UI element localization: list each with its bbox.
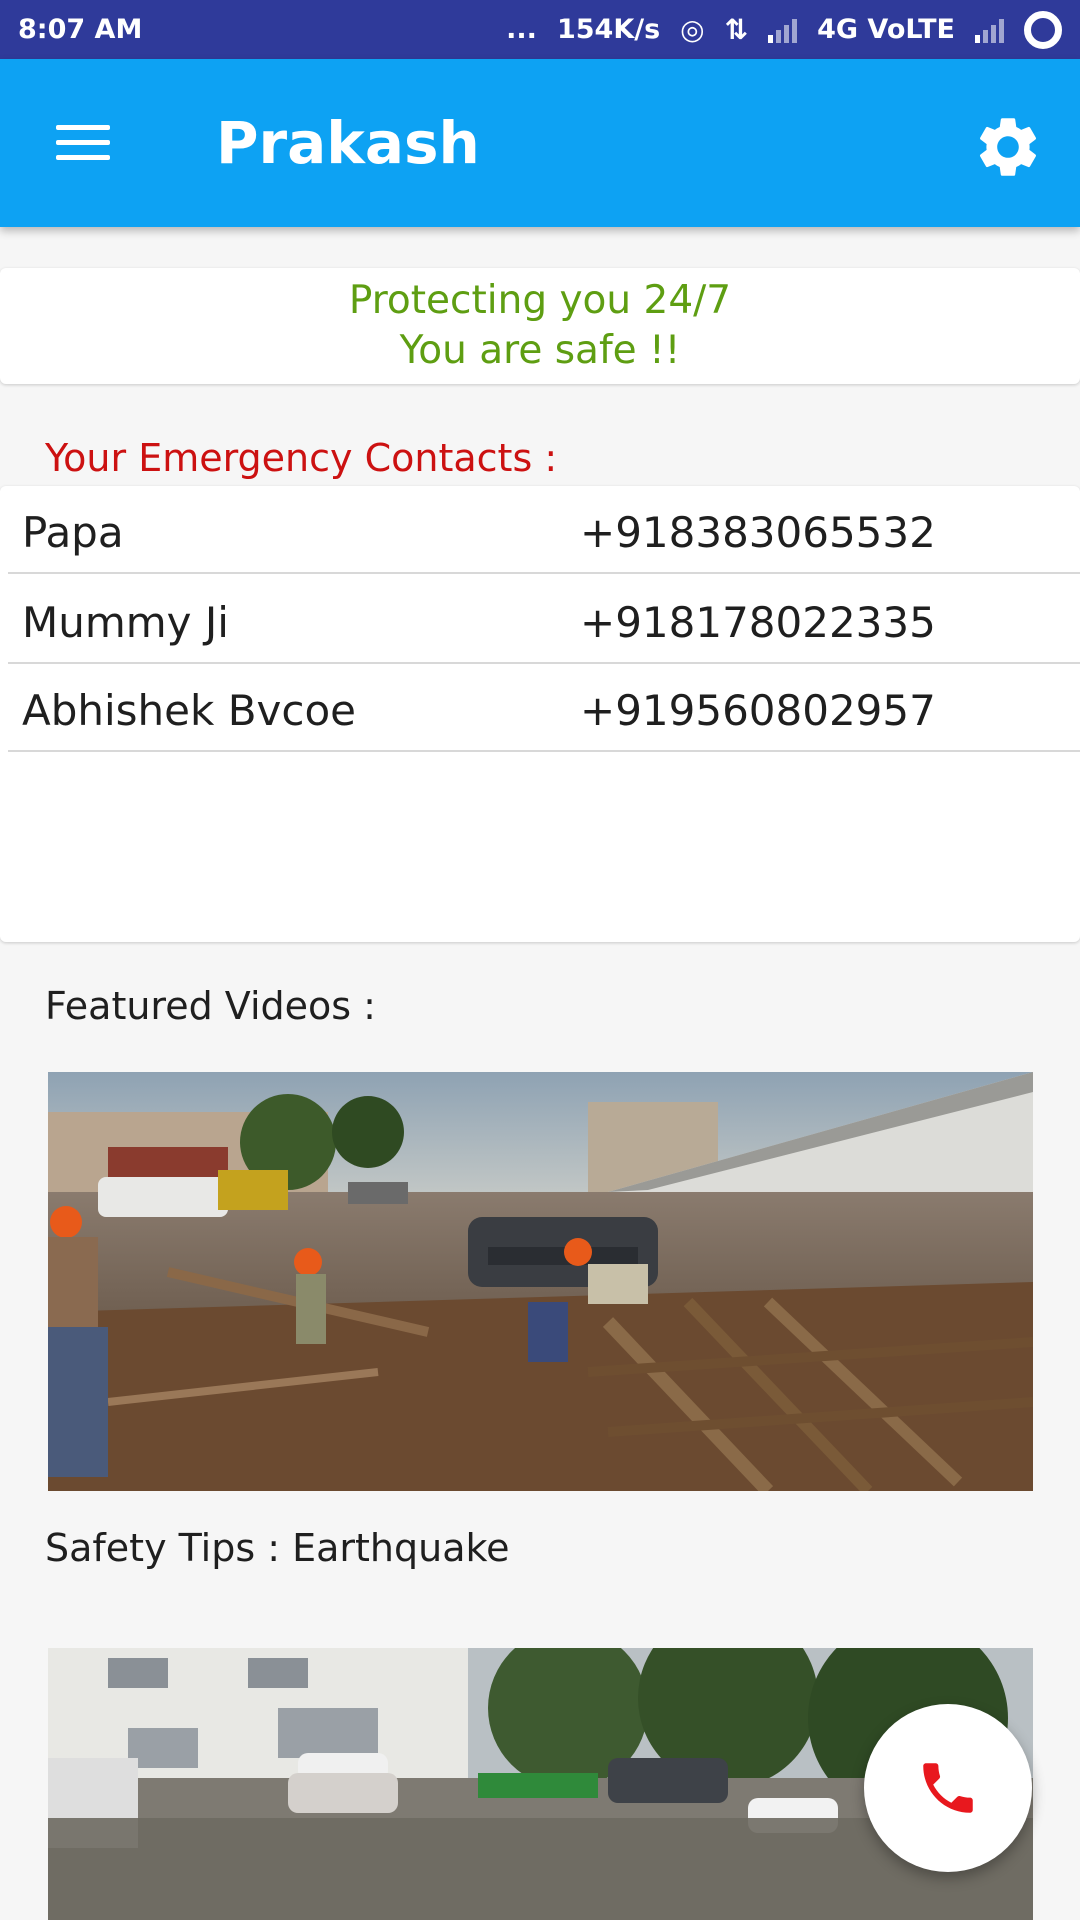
protection-message: Protecting you 24/7 — [348, 278, 732, 323]
safety-status-card: Protecting you 24/7 You are safe !! — [0, 268, 1080, 384]
contact-number: +919560802957 — [580, 686, 936, 735]
status-icons: ... 154K/s ◎ ⇅ 4G VoLTE — [506, 10, 1062, 49]
contacts-list: Papa +918383065532 Mummy Ji +91817802233… — [0, 486, 1080, 942]
contact-row[interactable]: Papa +918383065532 — [8, 486, 1080, 574]
data-transfer-icon: ⇅ — [724, 13, 749, 46]
hamburger-menu-icon[interactable] — [52, 121, 114, 163]
network-speed: 154K/s — [556, 14, 661, 45]
phone-call-icon — [923, 1763, 973, 1813]
contact-name: Mummy Ji — [22, 598, 229, 647]
contact-number: +918383065532 — [580, 508, 936, 557]
battery-ring-icon — [1024, 10, 1062, 49]
hotspot-icon: ◎ — [680, 13, 705, 46]
contact-row[interactable]: Mummy Ji +918178022335 — [8, 576, 1080, 664]
status-bar: 8:07 AM ... 154K/s ◎ ⇅ 4G VoLTE — [0, 0, 1080, 59]
safe-message: You are safe !! — [399, 328, 681, 373]
video-caption: Safety Tips : Earthquake — [45, 1526, 510, 1570]
emergency-contacts-section: Your Emergency Contacts : Papa +91838306… — [0, 416, 1080, 942]
contact-row[interactable]: Abhishek Bvcoe +919560802957 — [8, 664, 1080, 752]
emergency-contacts-heading: Your Emergency Contacts : — [45, 436, 558, 480]
status-time: 8:07 AM — [18, 14, 143, 45]
app-bar: Prakash — [0, 59, 1080, 227]
gear-icon[interactable] — [972, 111, 1044, 183]
page-title: Prakash — [216, 109, 480, 177]
earthquake-video-thumbnail[interactable] — [48, 1072, 1033, 1491]
notification-dots: ... — [506, 14, 537, 45]
contact-number: +918178022335 — [580, 598, 936, 647]
emergency-call-button[interactable] — [864, 1704, 1032, 1872]
network-type: 4G VoLTE — [817, 14, 955, 45]
contact-name: Abhishek Bvcoe — [22, 686, 356, 735]
contact-name: Papa — [22, 508, 124, 557]
signal-icon-secondary — [975, 17, 1004, 43]
featured-videos-heading: Featured Videos : — [45, 984, 376, 1028]
signal-icon — [768, 17, 798, 43]
